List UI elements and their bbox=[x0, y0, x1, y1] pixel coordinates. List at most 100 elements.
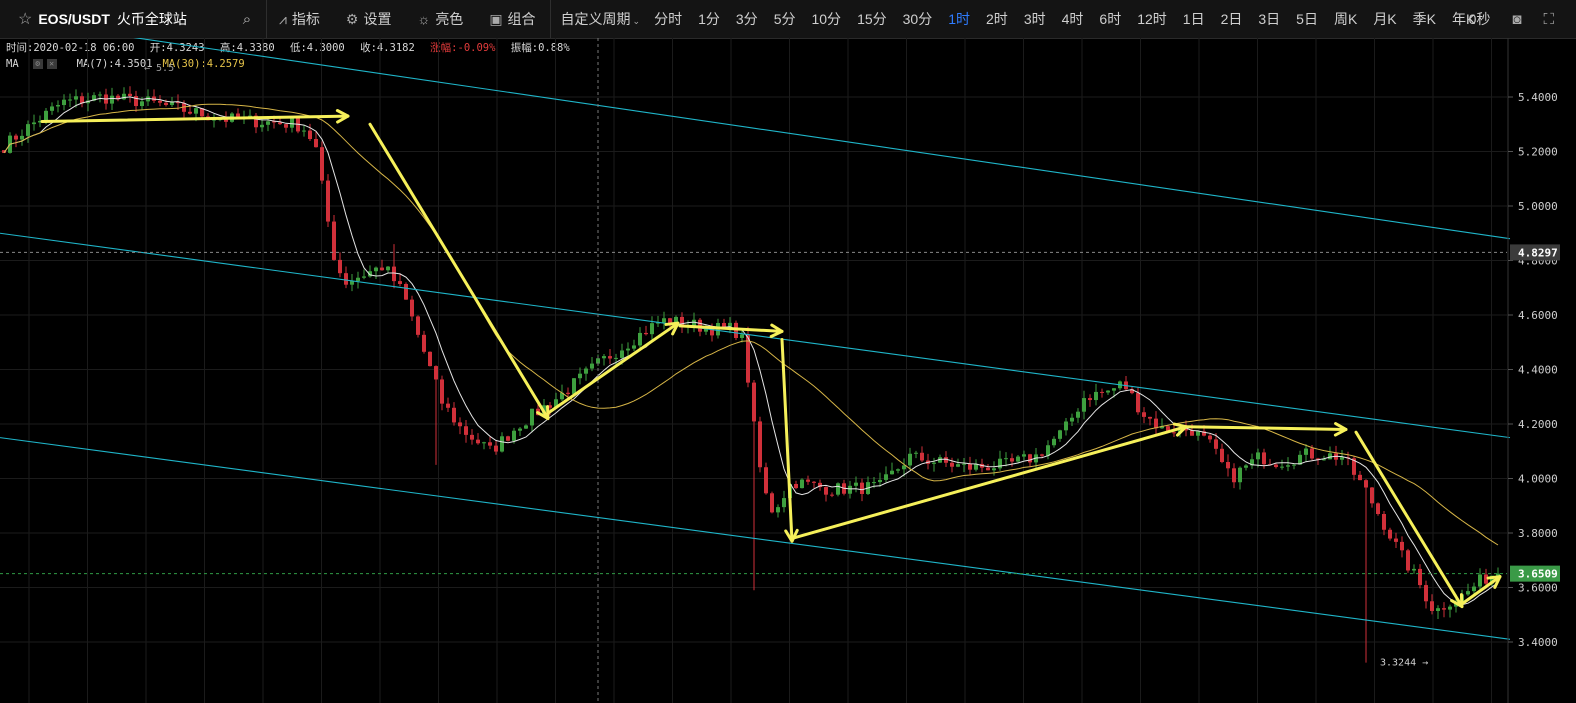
settings-label: 设置 bbox=[363, 11, 392, 27]
candle-body bbox=[602, 356, 606, 359]
candle-body bbox=[1064, 421, 1068, 431]
candle-body bbox=[1436, 608, 1440, 611]
candle-body bbox=[1406, 550, 1410, 571]
search-icon[interactable]: ⌕ bbox=[236, 11, 258, 28]
candle-body bbox=[110, 95, 114, 104]
period-tab[interactable]: 1日 bbox=[1175, 9, 1213, 29]
candle-body bbox=[332, 221, 336, 260]
current-price-label: 3.6509 bbox=[1518, 568, 1558, 581]
candle-body bbox=[1286, 465, 1290, 467]
channel-line-lower bbox=[0, 437, 1511, 640]
candle-body bbox=[782, 498, 786, 508]
candle-body bbox=[410, 299, 414, 317]
period-tab[interactable]: 5分 bbox=[766, 9, 804, 29]
candle-body bbox=[1472, 586, 1476, 592]
candle-body bbox=[1238, 467, 1242, 483]
candle-body bbox=[50, 106, 54, 111]
toolbar-right: 0秒 ◙ ⛶ bbox=[1469, 0, 1576, 38]
period-tab[interactable]: 周K bbox=[1326, 9, 1365, 29]
period-tab[interactable]: 10分 bbox=[803, 9, 849, 29]
period-tab[interactable]: 1分 bbox=[690, 9, 728, 29]
settings-button[interactable]: ⚙ 设置 bbox=[334, 9, 406, 29]
candle-body bbox=[794, 483, 798, 489]
candle-body bbox=[524, 425, 528, 429]
period-tab[interactable]: 4时 bbox=[1054, 9, 1092, 29]
period-tab[interactable]: 3分 bbox=[728, 9, 766, 29]
candle-body bbox=[26, 124, 30, 136]
custom-period-label: 自定义周期 bbox=[560, 11, 631, 27]
candle-body bbox=[920, 452, 924, 461]
candle-body bbox=[1232, 468, 1236, 483]
theme-button[interactable]: ☼ 亮色 bbox=[405, 9, 477, 29]
candle-body bbox=[914, 452, 918, 454]
candle-body bbox=[1424, 585, 1428, 602]
candle-body bbox=[1154, 418, 1158, 429]
candle-body bbox=[1172, 432, 1176, 434]
candle-body bbox=[836, 483, 840, 495]
candle-body bbox=[440, 379, 444, 404]
symbol-name: EOS/USDT bbox=[38, 11, 110, 27]
candle-body bbox=[830, 494, 834, 496]
symbol-selector[interactable]: ☆ EOS/USDT 火币全球站 bbox=[0, 9, 236, 29]
candle-body bbox=[992, 468, 996, 471]
fullscreen-icon[interactable]: ⛶ bbox=[1543, 11, 1554, 28]
period-tab[interactable]: 2日 bbox=[1213, 9, 1251, 29]
period-tab[interactable]: 30分 bbox=[895, 9, 941, 29]
candle-body bbox=[1280, 466, 1284, 468]
candle-body bbox=[998, 458, 1002, 469]
indicators-button[interactable]: ⩘ 指标 bbox=[267, 9, 334, 29]
candle-body bbox=[662, 318, 666, 323]
candle-body bbox=[1208, 435, 1212, 440]
period-tab[interactable]: 3时 bbox=[1016, 9, 1054, 29]
candle-body bbox=[770, 493, 774, 513]
candle-body bbox=[962, 463, 966, 465]
candle-body bbox=[1148, 416, 1152, 419]
period-tab[interactable]: 15分 bbox=[849, 9, 895, 29]
combo-button[interactable]: ▣ 组合 bbox=[477, 9, 549, 29]
period-tab[interactable]: 季K bbox=[1405, 9, 1444, 29]
candle-body bbox=[812, 481, 816, 483]
candle-body bbox=[386, 266, 390, 271]
period-tab[interactable]: 3日 bbox=[1250, 9, 1288, 29]
candle-body bbox=[908, 453, 912, 466]
candle-body bbox=[1274, 464, 1278, 468]
candle-body bbox=[1340, 457, 1344, 460]
candle-body bbox=[1100, 391, 1104, 393]
price-tick-label: 5.2000 bbox=[1518, 146, 1558, 159]
price-tick-label: 3.6000 bbox=[1518, 582, 1558, 595]
indicators-label: 指标 bbox=[291, 11, 320, 27]
price-tick-label: 4.0000 bbox=[1518, 473, 1558, 486]
period-tab[interactable]: 1时 bbox=[940, 9, 978, 29]
candle-body bbox=[1430, 601, 1434, 611]
price-tick-label: 4.2000 bbox=[1518, 418, 1558, 431]
period-tab[interactable]: 月K bbox=[1365, 9, 1404, 29]
indicator-icon: ⩘ bbox=[279, 10, 287, 27]
candle-body bbox=[68, 99, 72, 101]
candle-body bbox=[1094, 391, 1098, 401]
period-tab[interactable]: 12时 bbox=[1129, 9, 1175, 29]
camera-icon[interactable]: ◙ bbox=[1512, 11, 1521, 28]
period-tab[interactable]: 分时 bbox=[646, 9, 690, 29]
period-tab[interactable]: 5日 bbox=[1288, 9, 1326, 29]
candle-body bbox=[956, 464, 960, 467]
candle-body bbox=[464, 426, 468, 435]
crosshair-price-label: 4.8297 bbox=[1518, 246, 1558, 259]
candle-body bbox=[1442, 608, 1446, 610]
candle-body bbox=[1412, 568, 1416, 571]
price-chart[interactable]: 5.40005.20005.00004.80004.60004.40004.20… bbox=[0, 38, 1576, 703]
candle-body bbox=[1142, 412, 1146, 417]
candle-body bbox=[356, 277, 360, 282]
candle-body bbox=[1418, 568, 1422, 586]
star-icon[interactable]: ☆ bbox=[18, 9, 32, 29]
candle-body bbox=[1310, 448, 1314, 459]
custom-period-dropdown[interactable]: 自定义周期 ⌄ bbox=[551, 9, 647, 29]
candle-body bbox=[890, 470, 894, 475]
period-tab[interactable]: 6时 bbox=[1091, 9, 1129, 29]
exchange-name: 火币全球站 bbox=[116, 11, 187, 27]
candle-body bbox=[452, 407, 456, 423]
candle-body bbox=[260, 124, 264, 128]
candle-body bbox=[530, 408, 534, 426]
candle-body bbox=[1394, 538, 1398, 542]
gear-icon: ⚙ bbox=[345, 10, 359, 27]
period-tab[interactable]: 2时 bbox=[978, 9, 1016, 29]
